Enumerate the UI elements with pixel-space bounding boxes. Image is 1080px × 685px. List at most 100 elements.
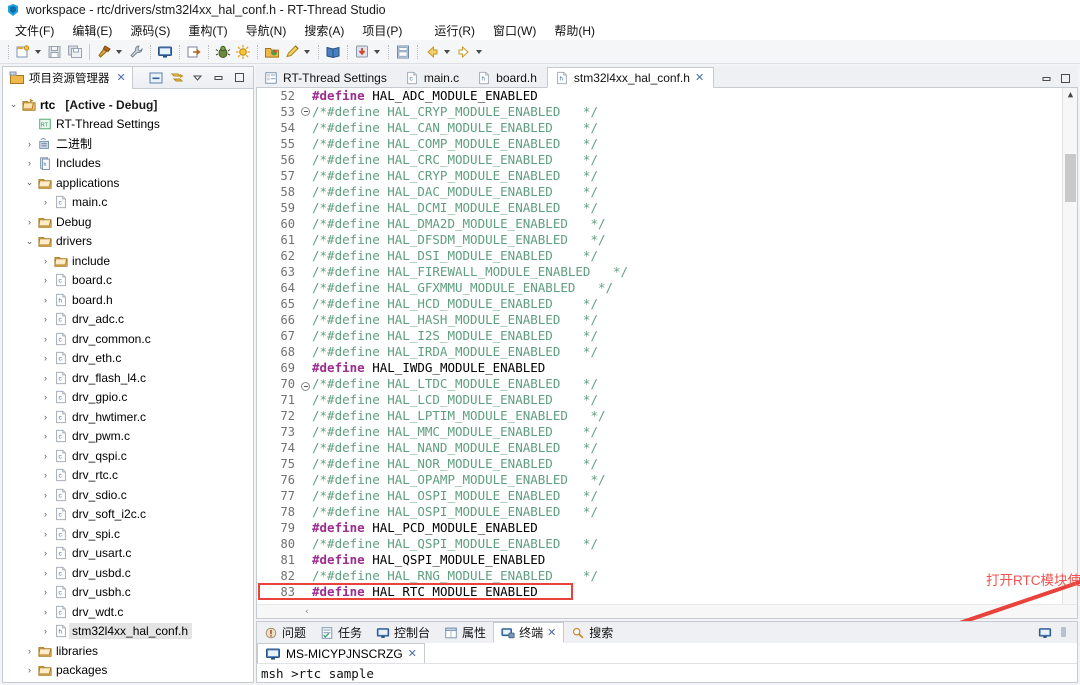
maximize-icon[interactable] [1058, 71, 1073, 86]
tree-item-drv-flash-l4-c[interactable]: › c drv_flash_l4.c [3, 368, 253, 388]
scroll-up-icon[interactable]: ▲ [1063, 88, 1078, 102]
code-line[interactable]: /*#define HAL_CRYP_MODULE_ENABLED */ [312, 104, 1077, 120]
tree-item-drv-gpio-c[interactable]: › c drv_gpio.c [3, 388, 253, 408]
chevron-right-icon[interactable]: › [39, 451, 52, 461]
chevron-right-icon[interactable]: › [39, 470, 52, 480]
menu-source[interactable]: 源码(S) [121, 21, 179, 40]
package-button[interactable] [262, 41, 282, 63]
code-line[interactable]: /*#define HAL_HCD_MODULE_ENABLED */ [312, 296, 1077, 312]
fold-toggle[interactable] [299, 107, 312, 123]
code-line[interactable]: /*#define HAL_LCD_MODULE_ENABLED */ [312, 392, 1077, 408]
new-dropdown-caret[interactable] [35, 49, 41, 54]
menu-help[interactable]: 帮助(H) [545, 21, 604, 40]
chevron-right-icon[interactable]: › [39, 509, 52, 519]
menu-file[interactable]: 文件(F) [6, 21, 63, 40]
code-line[interactable]: /*#define HAL_NAND_MODULE_ENABLED */ [312, 440, 1077, 456]
sdk-button[interactable] [323, 41, 343, 63]
code-editor[interactable]: 52 53 54 55 56 57 58 59 60 61 62 63 64 65 66 67 68 69 70 71… [256, 87, 1078, 619]
tree-item-rtc[interactable]: ⌄ rtc [Active - Debug] [3, 95, 253, 115]
tree-item-stm32l4xx-hal-conf-h[interactable]: › h stm32l4xx_hal_conf.h [3, 622, 253, 642]
tree-item-drv-qspi-c[interactable]: › c drv_qspi.c [3, 446, 253, 466]
tree-item-drv-soft-i2c-c[interactable]: › c drv_soft_i2c.c [3, 505, 253, 525]
code-line[interactable]: /*#define HAL_COMP_MODULE_ENABLED */ [312, 136, 1077, 152]
chevron-right-icon[interactable]: › [39, 353, 52, 363]
chevron-right-icon[interactable]: › [39, 568, 52, 578]
chevron-right-icon[interactable]: › [23, 665, 36, 675]
menu-window[interactable]: 窗口(W) [484, 21, 545, 40]
tree-item-drv-rtc-c[interactable]: › c drv_rtc.c [3, 466, 253, 486]
tree-item-drv-adc-c[interactable]: › c drv_adc.c [3, 310, 253, 330]
tree-item-applications[interactable]: ⌄ applications [3, 173, 253, 193]
close-icon[interactable]: ✕ [695, 71, 704, 84]
fold-column[interactable] [299, 88, 312, 618]
chevron-right-icon[interactable]: › [39, 607, 52, 617]
code-line[interactable]: /*#define HAL_FIREWALL_MODULE_ENABLED */ [312, 264, 1077, 280]
chevron-right-icon[interactable]: › [39, 256, 52, 266]
code-line[interactable]: /*#define HAL_DMA2D_MODULE_ENABLED */ [312, 216, 1077, 232]
editor-tab-main-c[interactable]: c main.c [396, 67, 470, 88]
tree-item-include[interactable]: › include [3, 251, 253, 271]
chevron-right-icon[interactable]: › [39, 412, 52, 422]
menu-project[interactable]: 项目(P) [353, 21, 411, 40]
bottom-tab-console[interactable]: 控制台 [369, 622, 437, 643]
code-line[interactable]: #define HAL_IWDG_MODULE_ENABLED [312, 360, 1077, 376]
chevron-right-icon[interactable]: › [39, 314, 52, 324]
tree-item-includes[interactable]: › h Includes [3, 154, 253, 174]
menu-edit[interactable]: 编辑(E) [63, 21, 121, 40]
tree-item-drv-common-c[interactable]: › c drv_common.c [3, 329, 253, 349]
tree-item-debug[interactable]: › Debug [3, 212, 253, 232]
chevron-right-icon[interactable]: › [39, 529, 52, 539]
tree-item--[interactable]: › 二进制 [3, 134, 253, 154]
fold-toggle[interactable] [299, 382, 312, 398]
tree-item-drv-usart-c[interactable]: › c drv_usart.c [3, 544, 253, 564]
code-line[interactable]: /*#define HAL_LTDC_MODULE_ENABLED */ [312, 376, 1077, 392]
tree-item-libraries[interactable]: › libraries [3, 641, 253, 661]
settings-button[interactable] [393, 41, 413, 63]
tree-item-drivers[interactable]: ⌄ drivers [3, 232, 253, 252]
chevron-right-icon[interactable]: › [39, 295, 52, 305]
tree-item-drv-wdt-c[interactable]: › c drv_wdt.c [3, 602, 253, 622]
save-button[interactable] [45, 41, 65, 63]
chevron-right-icon[interactable]: › [39, 275, 52, 285]
editor-tab-stm32l4xx-hal-conf-h[interactable]: h stm32l4xx_hal_conf.h ✕ [546, 67, 715, 88]
code-line[interactable]: /*#define HAL_NOR_MODULE_ENABLED */ [312, 456, 1077, 472]
code-line[interactable]: /*#define HAL_GFXMMU_MODULE_ENABLED */ [312, 280, 1077, 296]
chevron-right-icon[interactable]: › [23, 646, 36, 656]
code-line[interactable]: /*#define HAL_DCMI_MODULE_ENABLED */ [312, 200, 1077, 216]
code-line[interactable]: /*#define HAL_DAC_MODULE_ENABLED */ [312, 184, 1077, 200]
download-dropdown-caret[interactable] [374, 49, 380, 54]
chevron-right-icon[interactable]: › [39, 392, 52, 402]
run-button[interactable] [233, 41, 253, 63]
bottom-tab-properties[interactable]: 属性 [437, 622, 493, 643]
tree-item-board-h[interactable]: › h board.h [3, 290, 253, 310]
menu-navigate[interactable]: 导航(N) [237, 21, 296, 40]
code-line[interactable]: /*#define HAL_HASH_MODULE_ENABLED */ [312, 312, 1077, 328]
tree-item-rt-thread-settings[interactable]: RT RT-Thread Settings [3, 115, 253, 135]
scrollbar-thumb[interactable] [1065, 154, 1076, 202]
chevron-right-icon[interactable]: › [39, 490, 52, 500]
tree-item-drv-hwtimer-c[interactable]: › c drv_hwtimer.c [3, 407, 253, 427]
chevron-down-icon[interactable]: ⌄ [7, 99, 20, 110]
code-line[interactable]: /*#define HAL_OSPI_MODULE_ENABLED */ [312, 488, 1077, 504]
code-line[interactable]: /*#define HAL_DSI_MODULE_ENABLED */ [312, 248, 1077, 264]
code-line[interactable]: /*#define HAL_LPTIM_MODULE_ENABLED */ [312, 408, 1077, 424]
code-text[interactable]: #define HAL_ADC_MODULE_ENABLED/*#define … [312, 88, 1077, 618]
code-line[interactable]: /*#define HAL_IRDA_MODULE_ENABLED */ [312, 344, 1077, 360]
chevron-down-icon[interactable] [190, 70, 205, 85]
flash-button[interactable] [282, 41, 302, 63]
terminal-button[interactable] [155, 41, 175, 63]
chevron-right-icon[interactable]: › [39, 197, 52, 207]
build-button[interactable] [94, 41, 114, 63]
code-line[interactable]: /*#define HAL_DFSDM_MODULE_ENABLED */ [312, 232, 1077, 248]
back-button[interactable] [422, 41, 442, 63]
chevron-right-icon[interactable]: › [23, 217, 36, 227]
chevron-right-icon[interactable]: › [39, 587, 52, 597]
tab-project-explorer[interactable]: 项目资源管理器 ✕ [3, 66, 133, 89]
minimize-icon[interactable] [211, 70, 226, 85]
chevron-right-icon[interactable]: › [39, 626, 52, 636]
code-line[interactable]: /*#define HAL_CRYP_MODULE_ENABLED */ [312, 168, 1077, 184]
code-line[interactable]: /*#define HAL_QSPI_MODULE_ENABLED */ [312, 536, 1077, 552]
panel-menu-icon[interactable] [1056, 625, 1071, 640]
chevron-right-icon[interactable]: › [23, 158, 36, 168]
link-editor-icon[interactable] [169, 70, 184, 85]
